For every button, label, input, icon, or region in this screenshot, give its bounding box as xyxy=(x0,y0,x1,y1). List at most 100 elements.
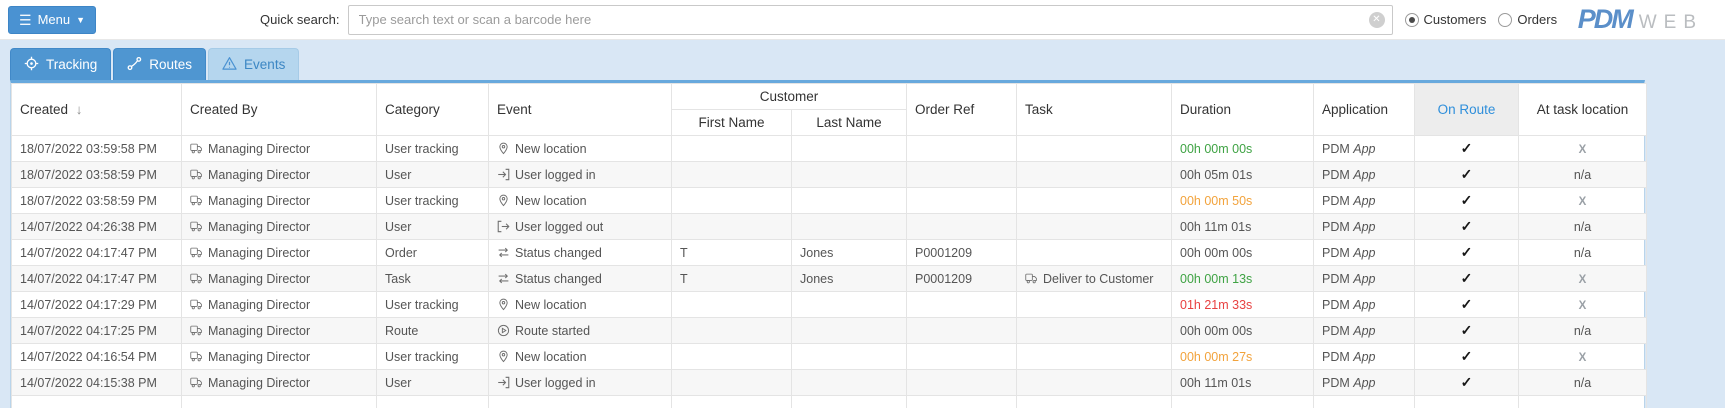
cell: Managing Director xyxy=(182,344,377,370)
cell: 14/07/2022 04:16:54 PM xyxy=(12,344,182,370)
cell xyxy=(1017,396,1172,408)
clear-search-icon[interactable]: ✕ xyxy=(1369,12,1385,28)
na-label: n/a xyxy=(1574,220,1591,234)
table-row[interactable]: 14/07/2022 04:17:47 PMManaging DirectorO… xyxy=(12,240,1647,266)
login-icon xyxy=(497,376,515,390)
table-row[interactable]: 14/07/2022 04:15:38 PMManaging DirectorU… xyxy=(12,370,1647,396)
tab-tracking[interactable]: Tracking xyxy=(10,48,111,80)
column-header-category[interactable]: Category xyxy=(377,84,489,136)
search-box: ✕ xyxy=(348,5,1393,35)
cell: User xyxy=(377,370,489,396)
column-header-order-ref[interactable]: Order Ref xyxy=(907,84,1017,136)
check-icon: ✓ xyxy=(1461,140,1473,156)
logo-pdm-text: PDM xyxy=(1578,4,1632,35)
cell xyxy=(1017,214,1172,240)
cell: Status changed xyxy=(489,266,672,292)
column-header-created-by[interactable]: Created By xyxy=(182,84,377,136)
table-row[interactable]: 18/07/2022 03:59:58 PMManaging DirectorU… xyxy=(12,136,1647,162)
menu-button[interactable]: ☰ Menu ▼ xyxy=(8,6,96,34)
cell: ✓ xyxy=(1415,188,1519,214)
cell: User xyxy=(377,214,489,240)
x-mark-icon: X xyxy=(1579,352,1587,364)
truck-icon xyxy=(190,246,208,260)
radio-selected-icon xyxy=(1405,13,1419,27)
table-row[interactable]: 14/07/2022 04:17:29 PMManaging DirectorU… xyxy=(12,292,1647,318)
cell: 18/07/2022 03:58:59 PM xyxy=(12,162,182,188)
cell xyxy=(792,396,907,408)
radio-customers[interactable]: Customers xyxy=(1405,12,1487,27)
cell xyxy=(907,344,1017,370)
cell: Deliver to Customer xyxy=(1017,266,1172,292)
cell: T xyxy=(672,240,792,266)
radio-orders[interactable]: Orders xyxy=(1498,12,1557,27)
column-header-created[interactable]: Created ↓ xyxy=(12,84,182,136)
cell: X xyxy=(1519,188,1647,214)
cell xyxy=(672,136,792,162)
cell: PDM App xyxy=(1314,266,1415,292)
column-header-on-route[interactable]: On Route xyxy=(1415,84,1519,136)
cell xyxy=(672,318,792,344)
column-header-task[interactable]: Task xyxy=(1017,84,1172,136)
table-row[interactable]: 14/07/2022 04:26:38 PMManaging DirectorU… xyxy=(12,214,1647,240)
cell: 18/07/2022 03:59:58 PM xyxy=(12,136,182,162)
tab-bar: Tracking Routes Events xyxy=(0,40,1725,80)
cell xyxy=(907,370,1017,396)
events-table: Created ↓ Created By Category Event Cust… xyxy=(10,80,1645,408)
cell: Managing Director xyxy=(182,162,377,188)
cell xyxy=(792,318,907,344)
cell xyxy=(1017,162,1172,188)
cell: n/a xyxy=(1519,214,1647,240)
column-header-last-name[interactable]: Last Name xyxy=(792,110,907,136)
table-row[interactable]: 18/07/2022 03:58:59 PMManaging DirectorU… xyxy=(12,162,1647,188)
cell: ✓ xyxy=(1415,266,1519,292)
cell: Status changed xyxy=(489,240,672,266)
truck-icon xyxy=(190,194,208,208)
cell: PDM App xyxy=(1314,214,1415,240)
cell: X xyxy=(1519,292,1647,318)
cell: Jones xyxy=(792,266,907,292)
truck-icon xyxy=(190,376,208,390)
cell: n/a xyxy=(1519,370,1647,396)
cell: PDM App xyxy=(1314,318,1415,344)
truck-icon xyxy=(190,324,208,338)
cell xyxy=(672,292,792,318)
column-header-event[interactable]: Event xyxy=(489,84,672,136)
search-input[interactable] xyxy=(348,5,1393,35)
truck-icon xyxy=(190,168,208,182)
cell xyxy=(792,136,907,162)
cell: 00h 00m 27s xyxy=(1172,344,1314,370)
truck-icon xyxy=(190,220,208,234)
tab-routes[interactable]: Routes xyxy=(113,48,206,80)
cell: PDM App xyxy=(1314,162,1415,188)
cell: 00h 00m 00s xyxy=(1172,318,1314,344)
column-header-duration[interactable]: Duration xyxy=(1172,84,1314,136)
cell: X xyxy=(1519,266,1647,292)
cell: New location xyxy=(489,188,672,214)
table-row[interactable]: 14/07/2022 04:17:25 PMManaging DirectorR… xyxy=(12,318,1647,344)
truck-icon xyxy=(1025,272,1043,286)
route-started-icon xyxy=(497,324,515,338)
cell: X xyxy=(1519,136,1647,162)
table-row[interactable]: 14/07/2022 04:16:54 PMManaging DirectorU… xyxy=(12,344,1647,370)
check-icon: ✓ xyxy=(1461,348,1473,364)
table-row[interactable]: 14/07/2022 04:17:47 PMManaging DirectorT… xyxy=(12,266,1647,292)
cell xyxy=(1017,136,1172,162)
cell: 00h 11m 01s xyxy=(1172,214,1314,240)
check-icon: ✓ xyxy=(1461,166,1473,182)
cell xyxy=(672,214,792,240)
cell: New location xyxy=(489,292,672,318)
cell xyxy=(1519,396,1647,408)
tab-label: Tracking xyxy=(46,57,97,72)
table-row[interactable]: 18/07/2022 03:58:59 PMManaging DirectorU… xyxy=(12,188,1647,214)
cell xyxy=(672,396,792,408)
check-icon: ✓ xyxy=(1461,374,1473,390)
column-header-first-name[interactable]: First Name xyxy=(672,110,792,136)
radio-unselected-icon xyxy=(1498,13,1512,27)
tab-events[interactable]: Events xyxy=(208,48,299,80)
column-header-at-task-location[interactable]: At task location xyxy=(1519,84,1647,136)
column-group-customer[interactable]: Customer xyxy=(672,84,907,110)
x-mark-icon: X xyxy=(1579,300,1587,312)
cell: Managing Director xyxy=(182,266,377,292)
login-icon xyxy=(497,168,515,182)
column-header-application[interactable]: Application xyxy=(1314,84,1415,136)
